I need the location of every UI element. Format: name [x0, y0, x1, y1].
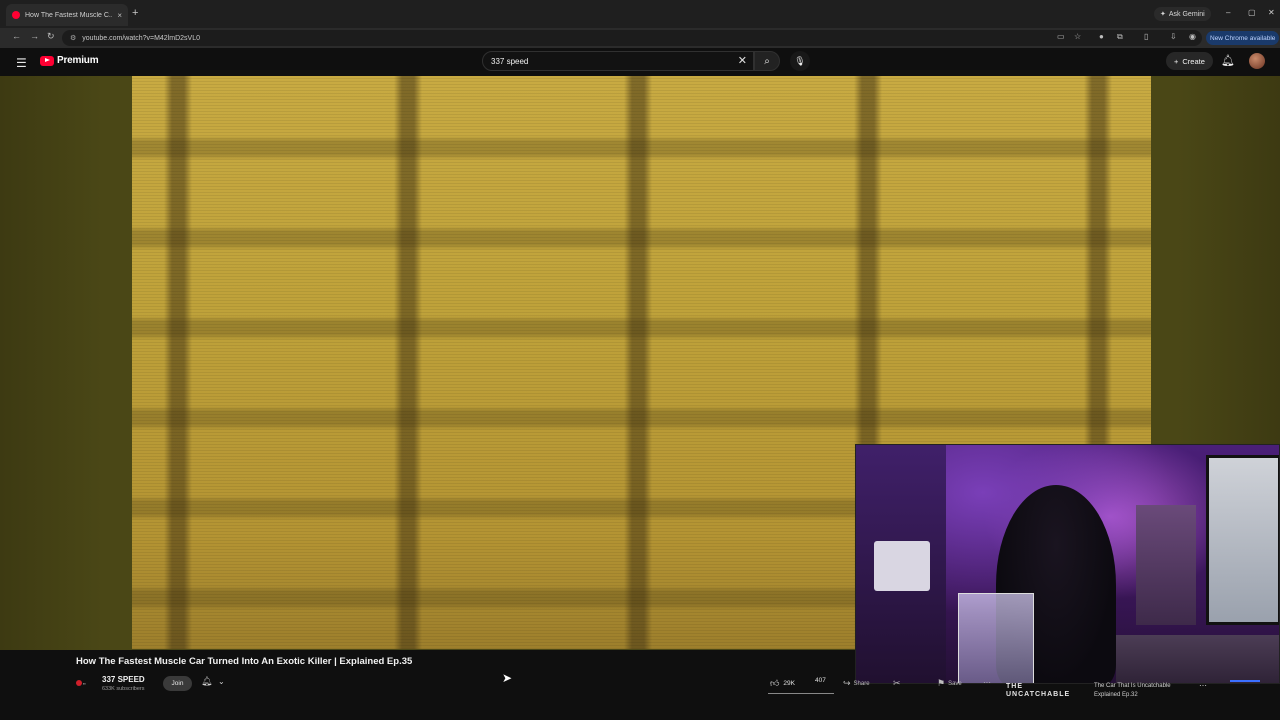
subscriber-count: 633K subscribers [102, 686, 145, 692]
youtube-play-icon [40, 55, 54, 66]
maximize-button[interactable]: ▢ [1248, 8, 1256, 17]
site-info-icon[interactable]: ⚙ [70, 34, 76, 42]
search-icon: ⌕ [764, 55, 770, 67]
url-text: youtube.com/watch?v=M42lmD2sVL0 [82, 34, 200, 42]
share-icon: ↪ [843, 678, 851, 688]
tab-title: How The Fastest Muscle C... [25, 11, 113, 19]
search-button[interactable]: ⌕ [754, 51, 780, 71]
share-label: Share [853, 680, 870, 687]
up-next-title-2: Explained Ep.32 [1094, 692, 1138, 698]
video-title: How The Fastest Muscle Car Turned Into A… [76, 656, 413, 667]
thumbs-up-icon: 👍︎ [770, 677, 780, 688]
more-actions-icon[interactable]: ··· [983, 678, 991, 687]
webcam-shelf [1136, 505, 1196, 625]
webcam-overlay [855, 444, 1280, 684]
save-button[interactable]: ⚑ Save [937, 678, 962, 689]
minimize-button[interactable]: – [1226, 8, 1230, 17]
up-next-progress-bar [1230, 680, 1260, 682]
search-query-text: 337 speed [491, 56, 529, 66]
create-label: Create [1182, 56, 1205, 66]
tab-close-icon[interactable]: × [117, 11, 122, 20]
ask-gemini-label: Ask Gemini [1168, 10, 1205, 18]
bookmark-star-icon[interactable]: ☆ [1074, 32, 1081, 41]
up-next-menu-icon[interactable]: ⋯ [1199, 681, 1207, 690]
up-next-video[interactable]: The Car That Is Uncatchable Explained Ep… [1094, 682, 1171, 700]
gemini-sparkle-icon: ✦ [1160, 11, 1166, 18]
up-next-brand: THE UNCATCHABLE [1006, 683, 1070, 699]
youtube-favicon-icon [12, 11, 20, 19]
microphone-icon: 🎙︎ [794, 55, 806, 66]
logo-text: Premium [57, 55, 99, 66]
clear-search-icon[interactable]: ✕ [738, 54, 747, 67]
browser-tab[interactable]: How The Fastest Muscle C... × [6, 4, 128, 26]
webcam-monitor [1206, 455, 1279, 625]
join-button[interactable]: Join [163, 676, 192, 691]
channel-logo-mark-icon [76, 680, 82, 686]
extensions-puzzle-icon[interactable]: ⧉ [1117, 32, 1123, 42]
profile-icon[interactable]: ◉ [1189, 32, 1196, 41]
new-chrome-available-button[interactable]: New Chrome available [1206, 31, 1280, 45]
bell-icon[interactable]: 🔔︎ [1221, 54, 1235, 67]
webcam-air-conditioner [874, 541, 930, 591]
address-bar[interactable]: ⚙ youtube.com/watch?v=M42lmD2sVL0 [62, 30, 1202, 46]
forward-arrow-icon[interactable]: → [30, 31, 39, 41]
back-arrow-icon[interactable]: ← [12, 31, 21, 41]
downloads-icon[interactable]: ⇩ [1170, 32, 1177, 41]
share-button[interactable]: ↪ Share [843, 678, 870, 689]
side-panel-icon[interactable]: ▯ [1144, 32, 1148, 41]
dislike-count[interactable]: 407 [815, 677, 826, 684]
like-button[interactable]: 👍︎ 29K [770, 675, 795, 691]
up-next-title-1: The Car That Is Uncatchable [1094, 683, 1171, 689]
mouse-cursor-icon: ➤ [502, 671, 513, 685]
brand-line-2: UNCATCHABLE [1006, 691, 1071, 698]
extension-icon[interactable]: ● [1099, 32, 1104, 41]
webcam-clear-box [958, 593, 1034, 683]
save-label: Save [948, 680, 962, 687]
channel-logo-text-icon: ▪▪ [83, 680, 86, 686]
voice-search-button[interactable]: 🎙︎ [790, 51, 810, 71]
plus-icon: + [1174, 56, 1179, 66]
youtube-premium-logo[interactable]: Premium [40, 55, 99, 66]
channel-name[interactable]: 337 SPEED [102, 675, 145, 684]
remix-button[interactable]: ✂ [893, 678, 901, 689]
channel-avatar[interactable]: ▪▪ [76, 676, 96, 690]
avatar[interactable] [1249, 53, 1265, 69]
ask-gemini-button[interactable]: ✦ Ask Gemini [1154, 7, 1211, 21]
browser-toolbar: ← → ↻ ⚙ youtube.com/watch?v=M42lmD2sVL0 … [0, 28, 1280, 48]
webcam-desk [1116, 635, 1279, 683]
brand-line-1: THE [1006, 683, 1023, 690]
remix-icon: ✂ [893, 678, 901, 688]
close-window-button[interactable]: ✕ [1268, 8, 1275, 17]
install-app-icon[interactable]: ▭ [1057, 32, 1065, 41]
browser-tabstrip: How The Fastest Muscle C... × + ✦ Ask Ge… [0, 0, 1280, 28]
like-ratio-bar [768, 693, 834, 694]
reload-icon[interactable]: ↻ [47, 31, 55, 42]
search-input[interactable]: 337 speed ✕ [482, 51, 754, 71]
chevron-down-icon[interactable]: ⌄ [218, 677, 225, 686]
create-button[interactable]: + Create [1166, 52, 1213, 70]
new-chrome-label: New Chrome available [1210, 34, 1276, 42]
notification-bell-icon[interactable]: 🔔︎ [201, 676, 212, 687]
new-tab-button[interactable]: + [132, 7, 138, 19]
bookmark-icon: ⚑ [937, 678, 946, 688]
like-count: 29K [783, 679, 795, 687]
hamburger-icon[interactable]: ☰ [16, 56, 27, 70]
